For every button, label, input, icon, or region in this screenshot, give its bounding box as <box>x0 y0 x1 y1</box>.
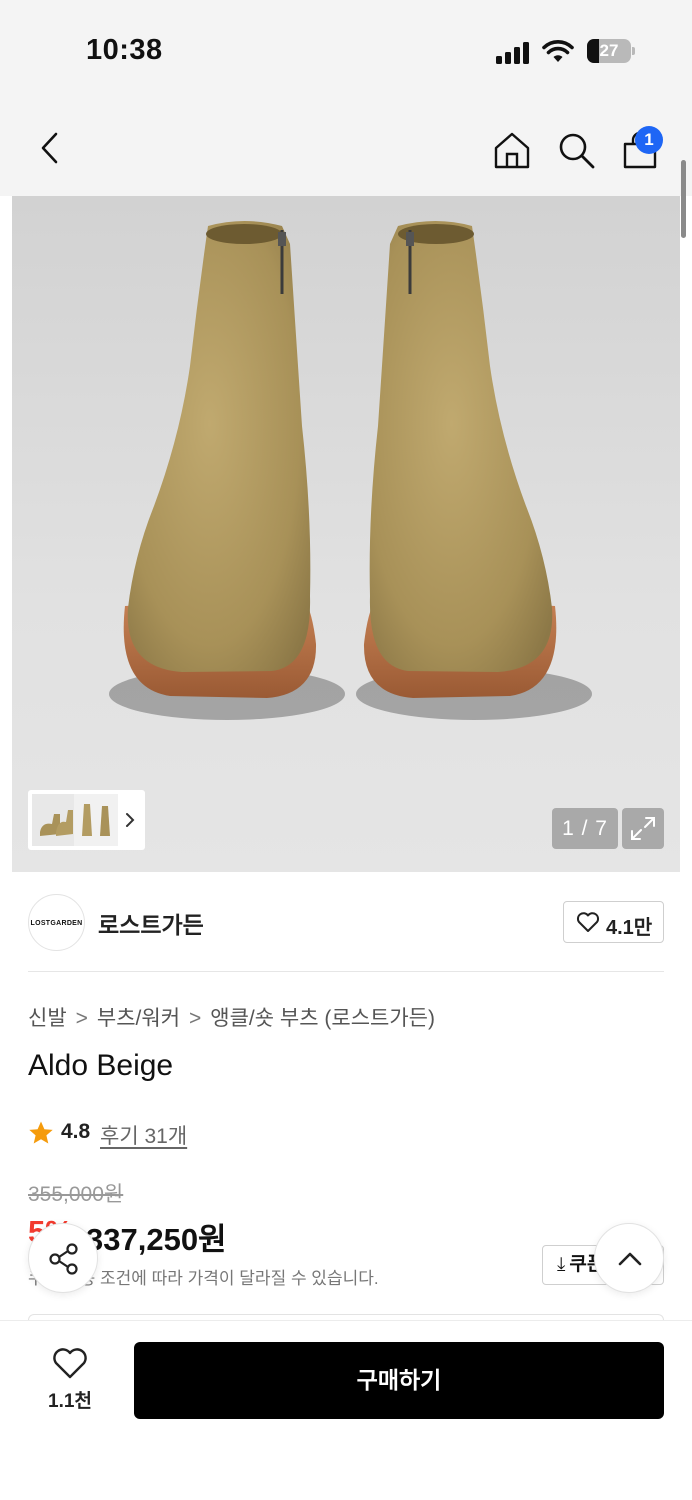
product-title: Aldo Beige <box>28 1049 174 1082</box>
cellular-signal-icon <box>496 42 532 64</box>
search-icon[interactable] <box>556 130 596 170</box>
breadcrumb: 신발 > 부츠/워커 > 앵클/숏 부츠 (로스트가든) <box>28 1002 435 1032</box>
expand-icon <box>631 817 655 840</box>
product-image-gallery[interactable] <box>12 196 680 872</box>
expand-image-button[interactable] <box>622 808 664 849</box>
battery-percent: 27 <box>599 41 619 60</box>
page-scrollbar[interactable] <box>681 160 686 238</box>
sale-price: 337,250원 <box>86 1222 227 1257</box>
chevron-right-icon[interactable] <box>120 808 140 832</box>
heart-icon <box>53 1348 87 1379</box>
product-image-boots <box>109 221 592 720</box>
chevron-right-icon: > <box>189 1007 202 1030</box>
brand-name[interactable]: 로스트가든 <box>98 906 204 940</box>
wishlist-count: 1.1천 <box>48 1391 92 1412</box>
download-icon: ⤓ <box>557 1254 566 1275</box>
wishlist-button[interactable]: 1.1천 <box>28 1338 112 1418</box>
brand-like-count: 4.1만 <box>606 917 653 939</box>
review-count-link[interactable]: 후기 31개 <box>100 1120 187 1150</box>
battery-icon: 27 <box>587 39 631 63</box>
back-icon[interactable] <box>30 128 70 168</box>
cart-count-badge: 1 <box>635 126 663 154</box>
share-icon <box>49 1243 78 1275</box>
image-page-counter: 1 / 7 <box>552 808 618 849</box>
brand-like-button[interactable]: 4.1만 <box>563 901 664 943</box>
home-icon[interactable] <box>492 130 532 170</box>
brand-logo[interactable]: LOSTGARDEN <box>28 894 85 951</box>
original-price: 355,000원 <box>28 1183 124 1206</box>
star-icon <box>29 1121 53 1144</box>
share-button[interactable] <box>28 1223 98 1293</box>
status-time: 10:38 <box>86 34 163 66</box>
scroll-to-top-button[interactable] <box>594 1223 664 1293</box>
breadcrumb-item-ankle-boots[interactable]: 앵클/숏 부츠 (로스트가든) <box>210 1002 435 1032</box>
top-navigation <box>0 100 692 196</box>
breadcrumb-item-shoes[interactable]: 신발 <box>28 1002 67 1032</box>
chevron-right-icon: > <box>75 1007 88 1030</box>
heart-icon <box>576 912 600 932</box>
breadcrumb-item-boots[interactable]: 부츠/워커 <box>97 1002 180 1032</box>
battery-tip <box>632 47 635 55</box>
thumbnail-image[interactable] <box>32 794 118 846</box>
section-divider <box>28 971 664 972</box>
status-bar: 10:38 27 <box>0 0 692 100</box>
chevron-up-icon <box>618 1252 642 1266</box>
buy-button[interactable]: 구매하기 <box>134 1342 664 1419</box>
rating-value: 4.8 <box>61 1120 91 1143</box>
wifi-icon <box>542 40 574 62</box>
